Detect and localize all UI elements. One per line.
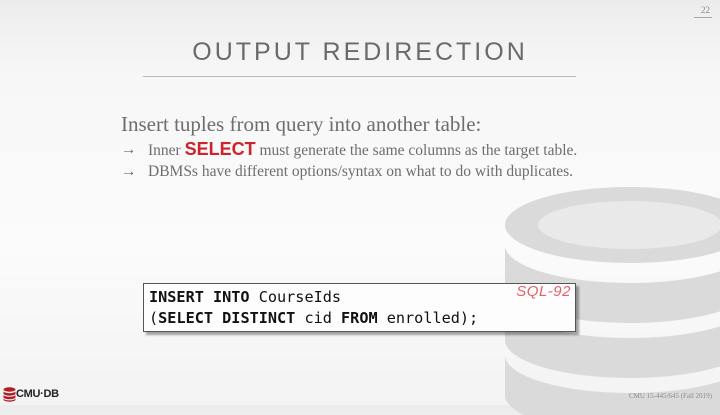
sql-code-box: INSERT INTO CourseIds (SELECT DISTINCT c… [143, 283, 576, 332]
database-stack-icon [3, 387, 16, 402]
code-keyword: SELECT DISTINCT [158, 309, 296, 327]
code-text: CourseIds [249, 288, 342, 306]
arrow-bullet-icon: → [121, 163, 137, 180]
sql-standard-tag: SQL-92 [516, 283, 571, 300]
code-keyword: INSERT INTO [149, 288, 250, 306]
select-keyword: SELECT [184, 139, 256, 159]
code-line-2: (SELECT DISTINCT cid FROM enrolled); [149, 309, 478, 327]
lead-text: Insert tuples from query into another ta… [121, 112, 482, 136]
bullet-list: → Inner SELECT must generate the same co… [121, 140, 601, 183]
logo-text: CMU·DB [16, 388, 59, 400]
bullet-item: → DBMSs have different options/syntax on… [121, 162, 601, 181]
code-text: enrolled); [377, 309, 479, 327]
code-keyword: FROM [341, 309, 378, 327]
course-footer: CMU 15-445/645 (Fall 2019) [628, 392, 712, 400]
page-number-rule [694, 17, 712, 18]
title-rule [143, 76, 576, 77]
page-number: 22 [701, 5, 710, 15]
bullet-item: → Inner SELECT must generate the same co… [121, 140, 601, 160]
arrow-bullet-icon: → [121, 141, 137, 158]
slide-title: OUTPUT REDIRECTION [192, 38, 528, 66]
bullet-text-post: must generate the same columns as the ta… [255, 142, 578, 159]
code-text: ( [149, 309, 159, 327]
bullet-text: DBMSs have different options/syntax on w… [148, 163, 574, 180]
code-line-1: INSERT INTO CourseIds [149, 288, 341, 306]
code-text: cid [295, 309, 342, 327]
bullet-text-pre: Inner [148, 142, 185, 159]
